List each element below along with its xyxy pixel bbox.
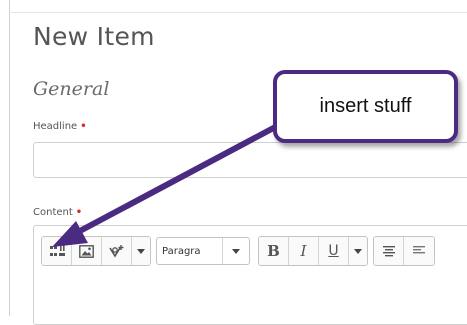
underline-button[interactable]: U [319,237,349,265]
required-marker: • [75,207,83,218]
editor-toolbar: Paragra B I U [41,236,440,266]
page-title: New Item [33,22,155,51]
insert-stuff-icon [108,245,123,258]
paragraph-format-select[interactable]: Paragra [156,237,250,265]
image-button[interactable] [72,237,102,265]
insert-block-icon [49,245,65,256]
annotation-callout: insert stuff [273,70,458,143]
align-button-group [373,236,435,266]
content-editor[interactable]: Paragra B I U [33,225,467,325]
italic-button[interactable]: I [289,237,319,265]
format-button-group: B I U [258,236,368,266]
chevron-down-icon [354,248,362,254]
paragraph-format-value: Paragra [162,245,201,257]
panel-left-border [9,0,10,316]
paragraph-format-toggle[interactable] [222,238,249,264]
content-label: Content • [33,207,82,218]
chevron-down-icon [137,248,145,254]
insert-block-button[interactable] [42,237,72,265]
content-label-text: Content [33,207,73,218]
insert-button-group [41,236,151,266]
align-button-2[interactable] [404,237,434,265]
align-button[interactable] [374,237,404,265]
panel-top-border [9,12,467,13]
insert-stuff-button[interactable] [102,237,132,265]
headline-input[interactable] [33,142,467,178]
section-heading-general: General [33,78,110,100]
headline-label-text: Headline [33,121,78,132]
headline-label: Headline • [33,121,87,132]
insert-dropdown-button[interactable] [132,237,150,265]
required-marker: • [80,121,87,132]
align-icon [382,246,395,257]
image-icon [79,244,94,258]
callout-text: insert stuff [319,95,412,117]
align-icon-2 [413,246,425,254]
chevron-down-icon [232,248,240,254]
underline-dropdown-button[interactable] [349,237,367,265]
bold-button[interactable]: B [259,237,289,265]
